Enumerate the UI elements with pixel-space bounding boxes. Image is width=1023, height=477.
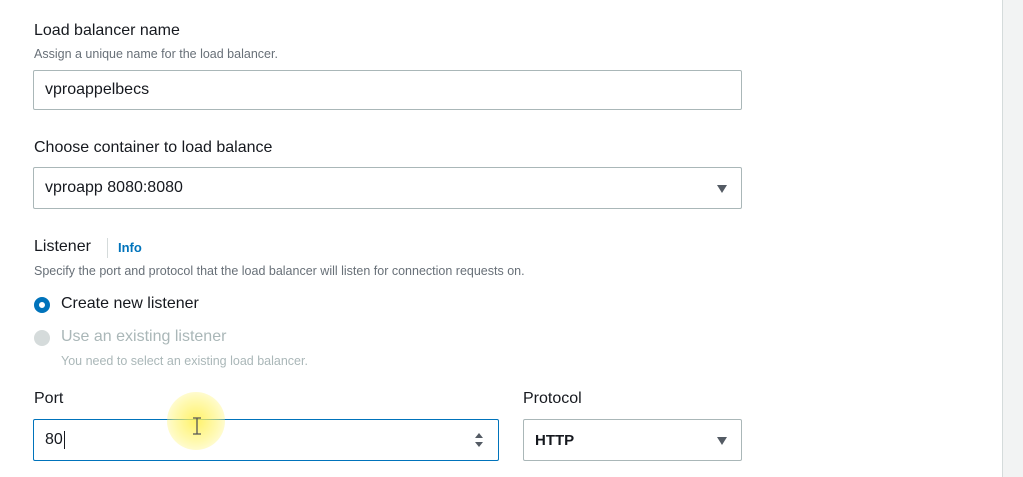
create-new-listener-radio[interactable] [34,297,50,313]
port-value: 80 [45,431,63,448]
create-new-listener-label[interactable]: Create new listener [61,295,199,313]
protocol-selected-value: HTTP [535,431,575,449]
load-balancer-name-value: vproappelbecs [45,81,150,98]
port-label: Port [34,390,64,407]
load-balancer-name-description: Assign a unique name for the load balanc… [34,47,278,61]
existing-listener-label: Use an existing listener [61,328,227,345]
existing-listener-hint: You need to select an existing load bala… [61,354,308,368]
listener-label: Listener [34,238,91,255]
existing-listener-radio[interactable] [34,330,50,346]
protocol-select[interactable]: HTTP [523,419,742,461]
protocol-label: Protocol [523,390,582,407]
load-balancer-config-panel: Load balancer name Assign a unique name … [0,0,1003,477]
port-input[interactable]: 80 [33,419,499,461]
listener-info-link[interactable]: Info [118,240,142,255]
chevron-down-icon [717,185,727,193]
container-select[interactable]: vproapp 8080:8080 [33,167,742,209]
text-cursor [63,431,65,449]
container-selected-value: vproapp 8080:8080 [45,179,183,196]
chevron-down-icon [717,437,727,445]
container-label: Choose container to load balance [34,139,273,156]
listener-divider [107,238,108,258]
load-balancer-name-label: Load balancer name [34,22,180,39]
number-spinner-icon[interactable] [474,432,484,448]
load-balancer-name-input[interactable]: vproappelbecs [33,70,742,110]
listener-description: Specify the port and protocol that the l… [34,264,525,278]
